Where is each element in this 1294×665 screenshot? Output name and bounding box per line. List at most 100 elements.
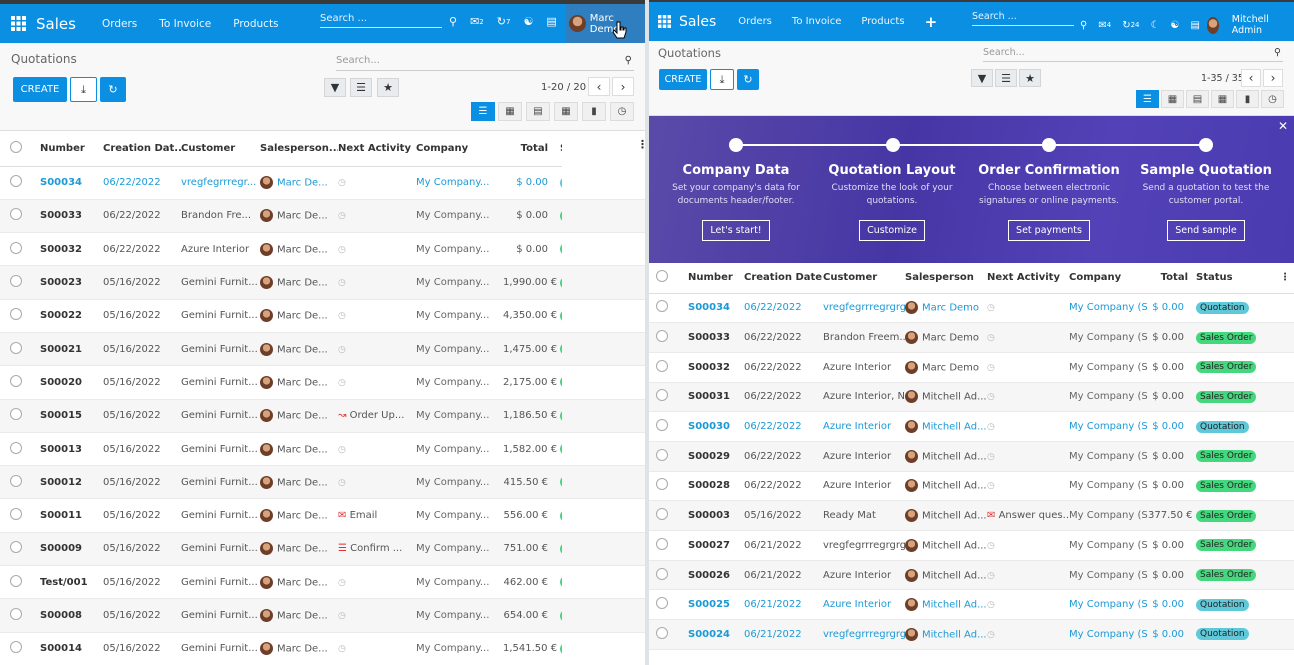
- table-row[interactable]: S00023 05/16/2022 Gemini Furnit... Marc De.…: [0, 265, 645, 300]
- table-row[interactable]: S00021 05/16/2022 Gemini Furnit... Marc De.…: [0, 332, 645, 367]
- column-number[interactable]: Number: [688, 263, 744, 294]
- app-name[interactable]: Sales: [679, 14, 716, 30]
- filter-button[interactable]: ▼: [971, 69, 993, 87]
- create-button[interactable]: CREATE: [659, 69, 707, 90]
- pivot-view-button[interactable]: ▦: [1211, 90, 1234, 108]
- row-checkbox[interactable]: [656, 597, 668, 610]
- customize-button[interactable]: Customize: [859, 220, 925, 241]
- column-company[interactable]: Company: [416, 131, 503, 167]
- search-input[interactable]: Search... ⚲: [983, 47, 1283, 62]
- clock-icon[interactable]: ◷: [987, 363, 995, 373]
- column-company[interactable]: Company: [1069, 263, 1148, 294]
- row-select[interactable]: [649, 589, 688, 621]
- app-name[interactable]: Sales: [36, 15, 76, 33]
- column-status[interactable]: Status: [1196, 263, 1264, 294]
- table-row[interactable]: S00031 06/22/2022Azure Interior, Ni... Mit…: [649, 382, 1294, 413]
- group-by-button[interactable]: ☰: [350, 78, 372, 97]
- column-total[interactable]: Total: [503, 131, 560, 167]
- row-select[interactable]: [649, 441, 688, 472]
- close-icon[interactable]: ✕: [1278, 119, 1288, 133]
- row-select[interactable]: [0, 299, 40, 333]
- row-select[interactable]: [0, 598, 40, 633]
- filter-button[interactable]: ▼: [324, 78, 346, 97]
- kanban-view-button[interactable]: ▦: [1161, 90, 1184, 108]
- clock-icon[interactable]: ◷: [987, 571, 995, 581]
- table-row[interactable]: S00011 05/16/2022 Gemini Furnit... Marc De.…: [0, 498, 645, 533]
- navbar-search-input[interactable]: Search ...: [972, 11, 1074, 26]
- table-row[interactable]: S00034 06/22/2022 vregfegrrregrgrg Marc Dem…: [649, 293, 1294, 324]
- chat-icon[interactable]: ✉ 2: [470, 15, 484, 28]
- user-menu[interactable]: Mitchell Admin: [1206, 14, 1294, 36]
- row-select[interactable]: [0, 199, 40, 234]
- chat-icon[interactable]: ✉ 4: [1098, 20, 1111, 31]
- row-checkbox[interactable]: [656, 448, 668, 461]
- row-select[interactable]: [0, 465, 40, 500]
- create-button[interactable]: CREATE: [13, 77, 67, 102]
- plus-icon[interactable]: +: [925, 13, 938, 31]
- group-by-button[interactable]: ☰: [995, 69, 1017, 87]
- pager-next[interactable]: ›: [1263, 69, 1283, 87]
- column-next-activity[interactable]: Next Activity: [987, 263, 1069, 294]
- send-sample-button[interactable]: Send sample: [1167, 220, 1245, 241]
- cell-activity[interactable]: ◷: [987, 411, 1069, 442]
- pivot-view-button[interactable]: ▦: [554, 102, 578, 121]
- clock-icon[interactable]: ◷: [338, 445, 346, 455]
- table-row[interactable]: S00024 06/21/2022 vregfegrrregrgrg Mitchell…: [649, 619, 1294, 650]
- cell-activity[interactable]: ◷: [987, 530, 1069, 561]
- menu-to-invoice[interactable]: To Invoice: [159, 18, 211, 30]
- cell-activity[interactable]: ☰ Confirm ...: [338, 532, 416, 567]
- row-checkbox[interactable]: [10, 608, 22, 620]
- clock-icon[interactable]: ◷: [987, 600, 995, 610]
- row-select[interactable]: [649, 352, 688, 383]
- clock-icon[interactable]: ◷: [338, 311, 346, 321]
- row-select[interactable]: [0, 166, 40, 200]
- column-number[interactable]: Number: [40, 131, 103, 167]
- cell-activity[interactable]: ◷: [338, 199, 416, 234]
- column-customer[interactable]: Customer: [181, 131, 260, 167]
- column-customer[interactable]: Customer: [823, 263, 905, 294]
- row-select[interactable]: [0, 498, 40, 533]
- table-row[interactable]: S00028 06/22/2022 Azure Interior Mitchell A…: [649, 471, 1294, 502]
- table-row[interactable]: S00020 05/16/2022 Gemini Furnit... Marc De.…: [0, 365, 645, 400]
- pager-previous[interactable]: ‹: [1241, 69, 1261, 87]
- cell-activity[interactable]: ◷: [338, 565, 416, 600]
- row-select[interactable]: [0, 632, 40, 665]
- table-row[interactable]: S00034 06/22/2022 vregfegrrregr... Marc De.…: [0, 166, 645, 200]
- graph-view-button[interactable]: ▮: [1236, 90, 1259, 108]
- row-select[interactable]: [649, 322, 688, 353]
- clock-icon[interactable]: ◷: [338, 478, 346, 488]
- pager-previous[interactable]: ‹: [588, 77, 610, 96]
- table-row[interactable]: S00026 06/21/2022 Azure Interior Mitchell A…: [649, 560, 1294, 591]
- cell-activity[interactable]: ◷: [987, 352, 1069, 383]
- cell-activity[interactable]: ↝ Order Up...: [338, 399, 416, 433]
- cell-activity[interactable]: ◷: [338, 432, 416, 467]
- table-row[interactable]: S00033 06/22/2022 Brandon Freem... Marc Dem…: [649, 322, 1294, 353]
- envelope-icon[interactable]: ✉: [338, 510, 346, 521]
- row-select[interactable]: [0, 332, 40, 367]
- table-row[interactable]: S00022 05/16/2022 Gemini Furnit... Marc De.…: [0, 299, 645, 333]
- calculator-icon[interactable]: ▤: [1190, 20, 1199, 31]
- row-checkbox[interactable]: [10, 208, 22, 221]
- row-checkbox[interactable]: [656, 537, 668, 550]
- moon-icon[interactable]: ☾: [1151, 20, 1160, 31]
- cell-activity[interactable]: ◷: [338, 465, 416, 500]
- cell-activity[interactable]: ◷: [338, 299, 416, 333]
- clock-icon[interactable]: ◷: [987, 422, 995, 432]
- globe-icon[interactable]: ☯: [1170, 20, 1179, 31]
- search-icon[interactable]: ⚲: [1080, 20, 1087, 31]
- optional-columns-icon[interactable]: ⋮: [1264, 263, 1294, 294]
- set-payments-button[interactable]: Set payments: [1008, 220, 1090, 241]
- clock-icon[interactable]: ◷: [338, 211, 346, 221]
- lets-start-button[interactable]: Let's start!: [702, 220, 770, 241]
- cell-activity[interactable]: ◷: [987, 560, 1069, 591]
- cell-activity[interactable]: ◷: [987, 382, 1069, 413]
- table-row[interactable]: S00027 06/21/2022 vregfegrrregrgrg Mitchell…: [649, 530, 1294, 561]
- menu-products[interactable]: Products: [233, 18, 278, 30]
- menu-orders[interactable]: Orders: [738, 16, 772, 27]
- clock-icon[interactable]: ◷: [338, 245, 346, 255]
- activity-view-button[interactable]: ◷: [610, 102, 634, 121]
- cell-activity[interactable]: ◷: [987, 441, 1069, 472]
- clock-icon[interactable]: ◷: [338, 644, 346, 654]
- favorites-button[interactable]: ★: [1019, 69, 1041, 87]
- row-select[interactable]: [649, 293, 688, 324]
